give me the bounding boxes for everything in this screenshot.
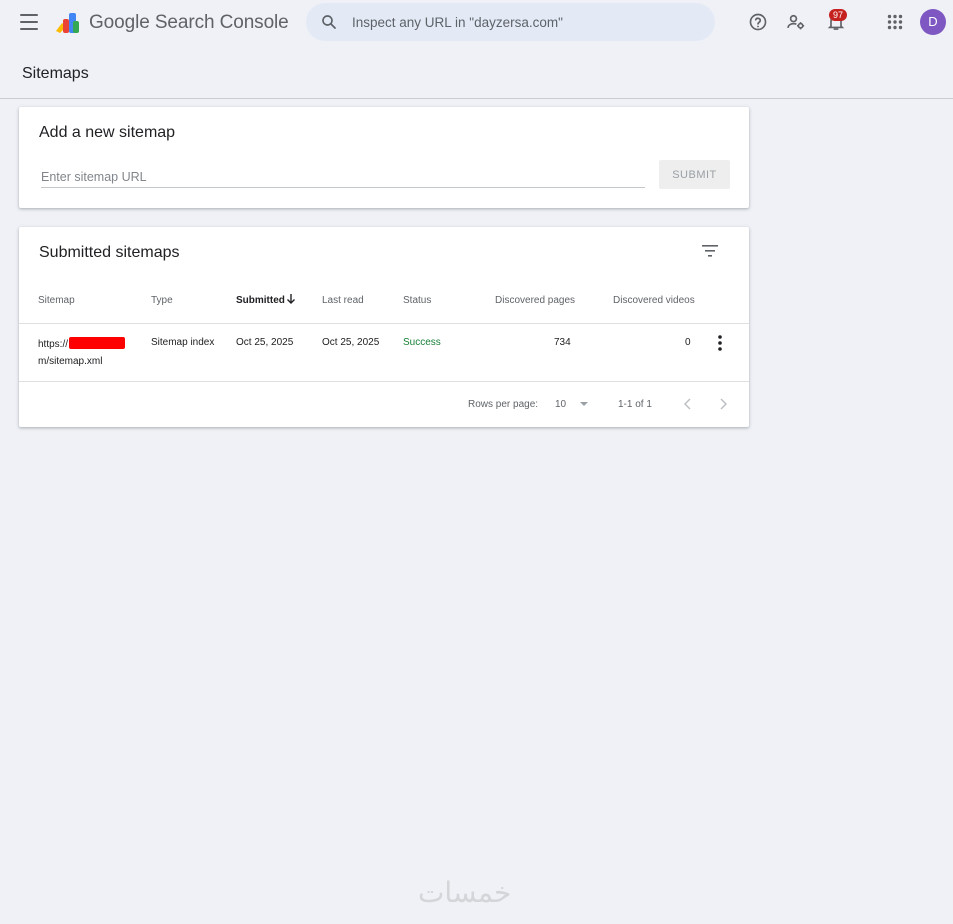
account-settings-icon[interactable]	[784, 10, 808, 34]
add-sitemap-heading: Add a new sitemap	[39, 124, 176, 141]
status-badge: Success	[403, 337, 441, 348]
column-header-discovered-videos[interactable]: Discovered videos	[613, 295, 695, 306]
chevron-right-icon[interactable]	[717, 396, 729, 412]
submit-button[interactable]: SUBMIT	[659, 160, 730, 189]
table-cell-type: Sitemap index	[151, 337, 215, 348]
watermark: خمسات	[418, 876, 512, 909]
search-icon	[322, 15, 336, 29]
table-cell-last-read: Oct 25, 2025	[322, 337, 380, 348]
apps-icon[interactable]	[883, 10, 907, 34]
column-header-sitemap[interactable]: Sitemap	[38, 295, 75, 306]
submitted-sitemaps-heading: Submitted sitemaps	[39, 244, 180, 261]
column-header-status[interactable]: Status	[403, 295, 431, 306]
column-header-discovered-pages[interactable]: Discovered pages	[495, 295, 575, 306]
search-input[interactable]	[352, 3, 702, 41]
table-cell-submitted: Oct 25, 2025	[236, 337, 294, 348]
search-console-logo[interactable]	[54, 9, 82, 35]
header-divider	[19, 323, 749, 324]
chevron-left-icon[interactable]	[682, 396, 694, 412]
sitemap-url-suffix: m/sitemap.xml	[38, 356, 103, 367]
rows-per-page-select[interactable]: 10	[555, 399, 566, 410]
title-divider	[0, 98, 953, 99]
filter-icon[interactable]	[700, 242, 720, 260]
redaction-mark	[69, 337, 126, 349]
menu-icon[interactable]	[18, 12, 40, 32]
sitemap-url-prefix: https://	[38, 339, 69, 350]
column-header-last-read[interactable]: Last read	[322, 295, 364, 306]
column-header-type[interactable]: Type	[151, 295, 173, 306]
app-title[interactable]: Google Search Console	[89, 12, 289, 34]
sitemap-url-input[interactable]	[41, 166, 645, 188]
add-sitemap-card: Add a new sitemap SUBMIT	[19, 107, 749, 208]
table-cell-discovered-videos: 0	[685, 337, 691, 348]
dropdown-caret-icon[interactable]	[580, 402, 588, 406]
row-divider	[19, 381, 749, 382]
column-header-submitted[interactable]: Submitted	[236, 295, 285, 306]
more-vert-icon[interactable]	[713, 334, 727, 352]
table-cell-discovered-pages: 734	[554, 337, 571, 348]
pagination-range: 1-1 of 1	[618, 399, 652, 410]
top-app-bar: Google Search Console 97	[0, 0, 953, 46]
help-icon[interactable]	[746, 10, 770, 34]
sort-descending-icon[interactable]	[285, 293, 297, 305]
notification-badge: 97	[829, 9, 847, 21]
page-title: Sitemaps	[22, 65, 89, 82]
table-cell-sitemap[interactable]: https://	[38, 337, 126, 350]
rows-per-page-label: Rows per page:	[468, 399, 539, 410]
submitted-sitemaps-card: Submitted sitemaps Sitemap Type Submitte…	[19, 227, 749, 427]
url-inspection-search[interactable]	[306, 3, 715, 41]
avatar[interactable]: D	[920, 9, 946, 35]
